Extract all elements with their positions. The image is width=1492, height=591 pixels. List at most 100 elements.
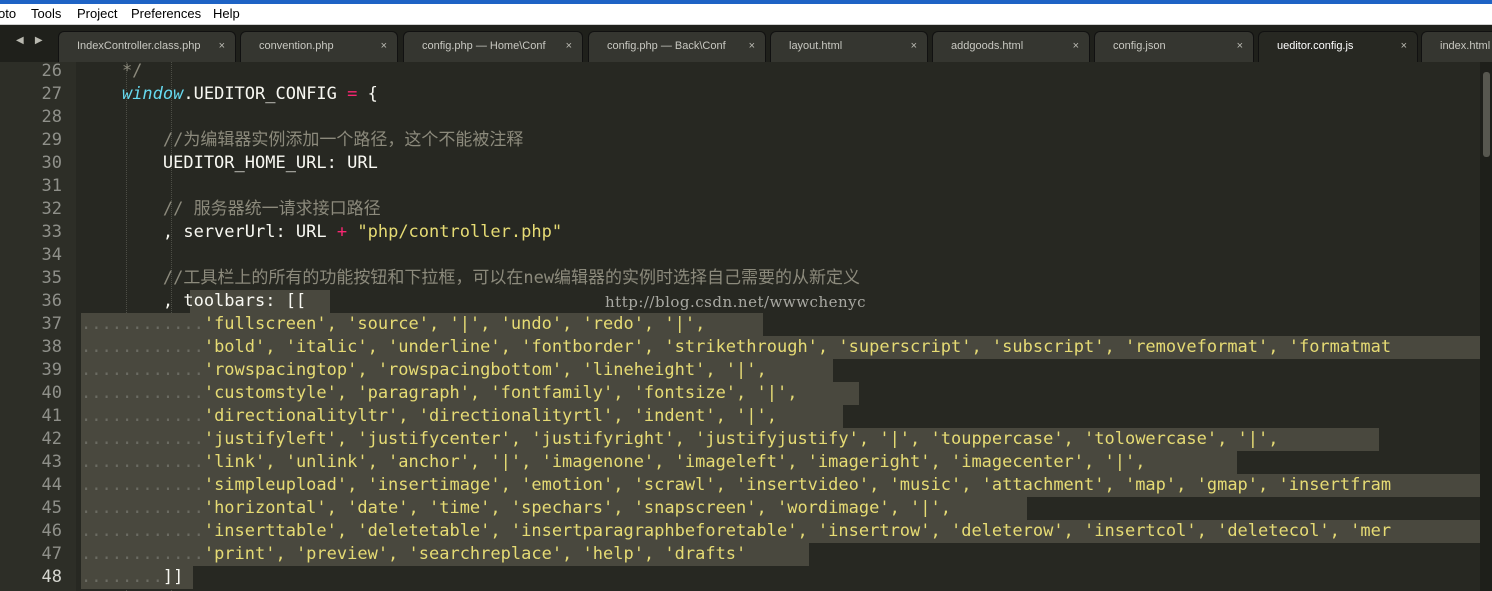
code-line: 38 ............'bold', 'italic', 'underli… <box>0 336 1480 359</box>
tab-config-back[interactable]: config.php — Back\Conf × <box>588 31 766 62</box>
code-text: ............'justifyleft', 'justifycente… <box>81 428 1279 451</box>
line-number: 33 <box>41 222 62 242</box>
vertical-scrollbar[interactable] <box>1480 62 1492 591</box>
close-icon[interactable]: × <box>749 40 755 52</box>
code-token: 'simpleupload', 'insertimage', 'emotion'… <box>203 475 1392 495</box>
code-token: .UEDITOR_CONFIG <box>183 84 348 104</box>
menu-help[interactable]: Help <box>213 6 240 21</box>
line-number: 34 <box>41 245 62 265</box>
tab-label: IndexController.class.php <box>77 40 201 52</box>
code-token: ............ <box>81 360 204 380</box>
code-line: 41 ............'directionalityltr', 'dire… <box>0 405 1480 428</box>
tab-label: convention.php <box>259 40 334 52</box>
code-token: ............ <box>81 498 204 518</box>
menu-bar: oto Tools Project Preferences Help <box>0 4 1492 25</box>
tab-indexcontroller[interactable]: IndexController.class.php × <box>58 31 236 62</box>
code-line: 46 ............'inserttable', 'deletetabl… <box>0 520 1480 543</box>
tab-label: index.html <box>1440 40 1491 52</box>
close-icon[interactable]: × <box>1237 40 1243 52</box>
code-text: , serverUrl: URL + "php/controller.php" <box>81 221 562 244</box>
line-number: 47 <box>41 544 62 564</box>
code-token: 'directionalityltr', 'directionalityrtl'… <box>203 406 777 426</box>
tab-config-json[interactable]: config.json × <box>1094 31 1254 62</box>
code-token: ............ <box>81 544 204 564</box>
line-number: 46 <box>41 521 62 541</box>
line-number: 45 <box>41 498 62 518</box>
code-token: ............ <box>81 521 204 541</box>
line-number: 31 <box>41 176 62 196</box>
menu-goto[interactable]: oto <box>0 6 16 21</box>
tab-bar: ◀ ▶ IndexController.class.php × conventio… <box>0 25 1492 63</box>
code-token: ............ <box>81 314 204 334</box>
scrollbar-thumb[interactable] <box>1483 72 1490 157</box>
tab-convention[interactable]: convention.php × <box>240 31 398 62</box>
code-token: 'inserttable', 'deletetable', 'insertpar… <box>203 521 1392 541</box>
code-token: { <box>357 84 378 104</box>
menu-project[interactable]: Project <box>77 6 117 21</box>
code-token: UEDITOR_HOME_URL: URL <box>81 153 378 173</box>
code-text: , toolbars: [[ <box>81 290 306 313</box>
tab-label: config.php — Home\Conf <box>422 40 546 52</box>
code-line: 44 ............'simpleupload', 'insertima… <box>0 474 1480 497</box>
line-number: 41 <box>41 406 62 426</box>
code-line: 48........]] <box>0 566 1480 589</box>
line-number: 27 <box>41 84 62 104</box>
line-number: 43 <box>41 452 62 472</box>
code-text: ............'print', 'preview', 'searchr… <box>81 543 746 566</box>
code-line: 29 //为编辑器实例添加一个路径，这个不能被注释 <box>0 129 1480 152</box>
code-text: */ <box>81 62 142 83</box>
menu-preferences[interactable]: Preferences <box>131 6 201 21</box>
close-icon[interactable]: × <box>1073 40 1079 52</box>
line-number: 35 <box>41 268 62 288</box>
tab-ueditor-config[interactable]: ueditor.config.js × <box>1258 31 1418 62</box>
tab-config-home[interactable]: config.php — Home\Conf × <box>403 31 583 62</box>
code-token: 'justifyleft', 'justifycenter', 'justify… <box>203 429 1279 449</box>
tab-label: config.json <box>1113 40 1166 52</box>
line-number: 32 <box>41 199 62 219</box>
close-icon[interactable]: × <box>381 40 387 52</box>
tab-index-html[interactable]: index.html <box>1421 31 1492 62</box>
code-text: ........]] <box>81 566 183 589</box>
code-text: UEDITOR_HOME_URL: URL <box>81 152 378 175</box>
code-line: 37 ............'fullscreen', 'source', '|… <box>0 313 1480 336</box>
code-line: 42 ............'justifyleft', 'justifycen… <box>0 428 1480 451</box>
code-text: ............'rowspacingtop', 'rowspacing… <box>81 359 767 382</box>
tab-addgoods[interactable]: addgoods.html × <box>932 31 1090 62</box>
code-line: 40 ............'customstyle', 'paragraph'… <box>0 382 1480 405</box>
code-token: ............ <box>81 452 204 472</box>
code-token: , toolbars: [[ <box>81 291 307 311</box>
code-text: ............'directionalityltr', 'direct… <box>81 405 777 428</box>
close-icon[interactable]: × <box>219 40 225 52</box>
code-token: 'rowspacingtop', 'rowspacingbottom', 'li… <box>203 360 767 380</box>
code-line: 33 , serverUrl: URL + "php/controller.ph… <box>0 221 1480 244</box>
line-number: 48 <box>41 567 62 587</box>
code-token: ............ <box>81 406 204 426</box>
code-text: //为编辑器实例添加一个路径，这个不能被注释 <box>81 129 523 152</box>
code-token: 'bold', 'italic', 'underline', 'fontbord… <box>203 337 1392 357</box>
code-token: = <box>347 84 358 104</box>
close-icon[interactable]: × <box>1401 40 1407 52</box>
code-token: ........ <box>81 567 163 587</box>
code-token: 'link', 'unlink', 'anchor', '|', 'imagen… <box>203 452 1146 472</box>
tab-nav-arrows-icon[interactable]: ◀ ▶ <box>16 35 47 46</box>
tab-layout[interactable]: layout.html × <box>770 31 928 62</box>
code-line: 28 <box>0 106 1480 129</box>
code-text: //工具栏上的所有的功能按钮和下拉框，可以在new编辑器的实例时选择自己需要的从… <box>81 267 860 290</box>
code-token: ]] <box>162 567 184 587</box>
close-icon[interactable]: × <box>911 40 917 52</box>
code-token: ............ <box>81 337 204 357</box>
code-text: ............'horizontal', 'date', 'time'… <box>81 497 951 520</box>
line-number: 42 <box>41 429 62 449</box>
code-token: "php/controller.php" <box>357 222 563 242</box>
line-number: 36 <box>41 291 62 311</box>
line-number: 38 <box>41 337 62 357</box>
close-icon[interactable]: × <box>566 40 572 52</box>
menu-tools[interactable]: Tools <box>31 6 61 21</box>
code-text: // 服务器统一请求接口路径 <box>81 198 381 221</box>
tab-label: ueditor.config.js <box>1277 40 1354 52</box>
tab-label: layout.html <box>789 40 843 52</box>
code-editor[interactable]: 26 */27 window.UEDITOR_CONFIG = {28 29 //… <box>0 62 1492 591</box>
code-line: 26 */ <box>0 62 1480 83</box>
code-token: //工具栏上的所有的功能按钮和下拉框，可以在new编辑器的实例时选择自己需要的从… <box>81 268 861 288</box>
code-token: ............ <box>81 475 204 495</box>
